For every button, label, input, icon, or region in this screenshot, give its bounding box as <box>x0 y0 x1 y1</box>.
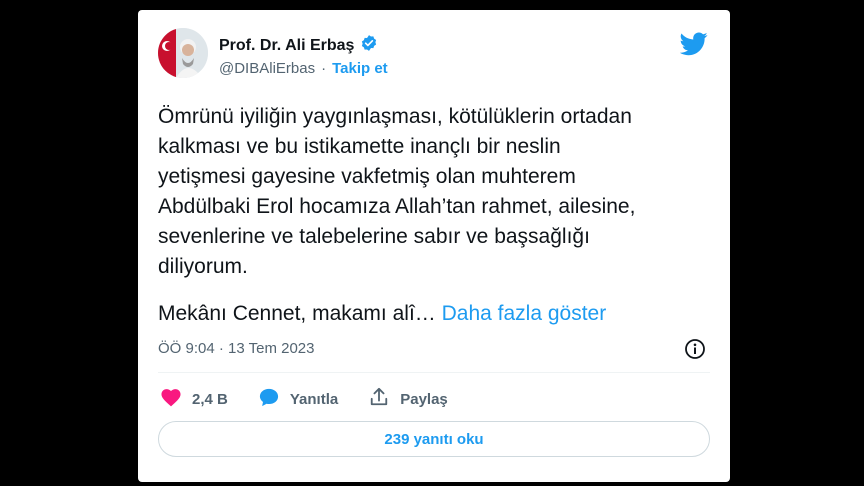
tweet-text: Ömrünü iyiliğin yaygınlaşması, kötülükle… <box>158 105 636 278</box>
twitter-bird-icon[interactable] <box>679 32 708 61</box>
reply-button[interactable]: Yanıtla <box>258 387 338 411</box>
heart-icon <box>160 387 182 411</box>
avatar[interactable] <box>158 28 208 78</box>
action-bar: 2,4 B Yanıtla Paylaş <box>160 387 478 411</box>
tweet-card: Prof. Dr. Ali Erbaş @DIBAliErbas · Takip… <box>138 10 730 482</box>
speech-bubble-icon <box>258 387 280 411</box>
info-icon[interactable] <box>684 338 706 365</box>
tweet-truncated-line: Mekânı Cennet, makamı alî… Daha fazla gö… <box>158 302 606 326</box>
verified-badge-icon <box>360 34 378 57</box>
share-icon <box>368 387 390 411</box>
author-handle-row: @DIBAliErbas · Takip et <box>219 60 388 77</box>
read-replies-button[interactable]: 239 yanıtı oku <box>158 421 710 457</box>
avatar-image <box>158 28 208 78</box>
follow-button[interactable]: Takip et <box>332 60 388 77</box>
tweet-timestamp[interactable]: ÖÖ 9:04 · 13 Tem 2023 <box>158 340 314 357</box>
read-replies-label: 239 yanıtı oku <box>384 430 484 448</box>
author-name[interactable]: Prof. Dr. Ali Erbaş <box>219 37 354 55</box>
show-more-link[interactable]: Daha fazla göster <box>442 302 607 325</box>
like-button[interactable]: 2,4 B <box>160 387 228 411</box>
separator-dot: · <box>321 60 327 77</box>
author-name-row: Prof. Dr. Ali Erbaş <box>219 34 378 57</box>
tweet-truncated-text: Mekânı Cennet, makamı alî… <box>158 302 436 325</box>
divider <box>158 372 710 373</box>
like-count: 2,4 B <box>192 390 228 408</box>
reply-label: Yanıtla <box>289 390 339 408</box>
author-handle[interactable]: @DIBAliErbas <box>219 60 315 77</box>
share-button[interactable]: Paylaş <box>368 387 448 411</box>
share-label: Paylaş <box>400 390 448 408</box>
